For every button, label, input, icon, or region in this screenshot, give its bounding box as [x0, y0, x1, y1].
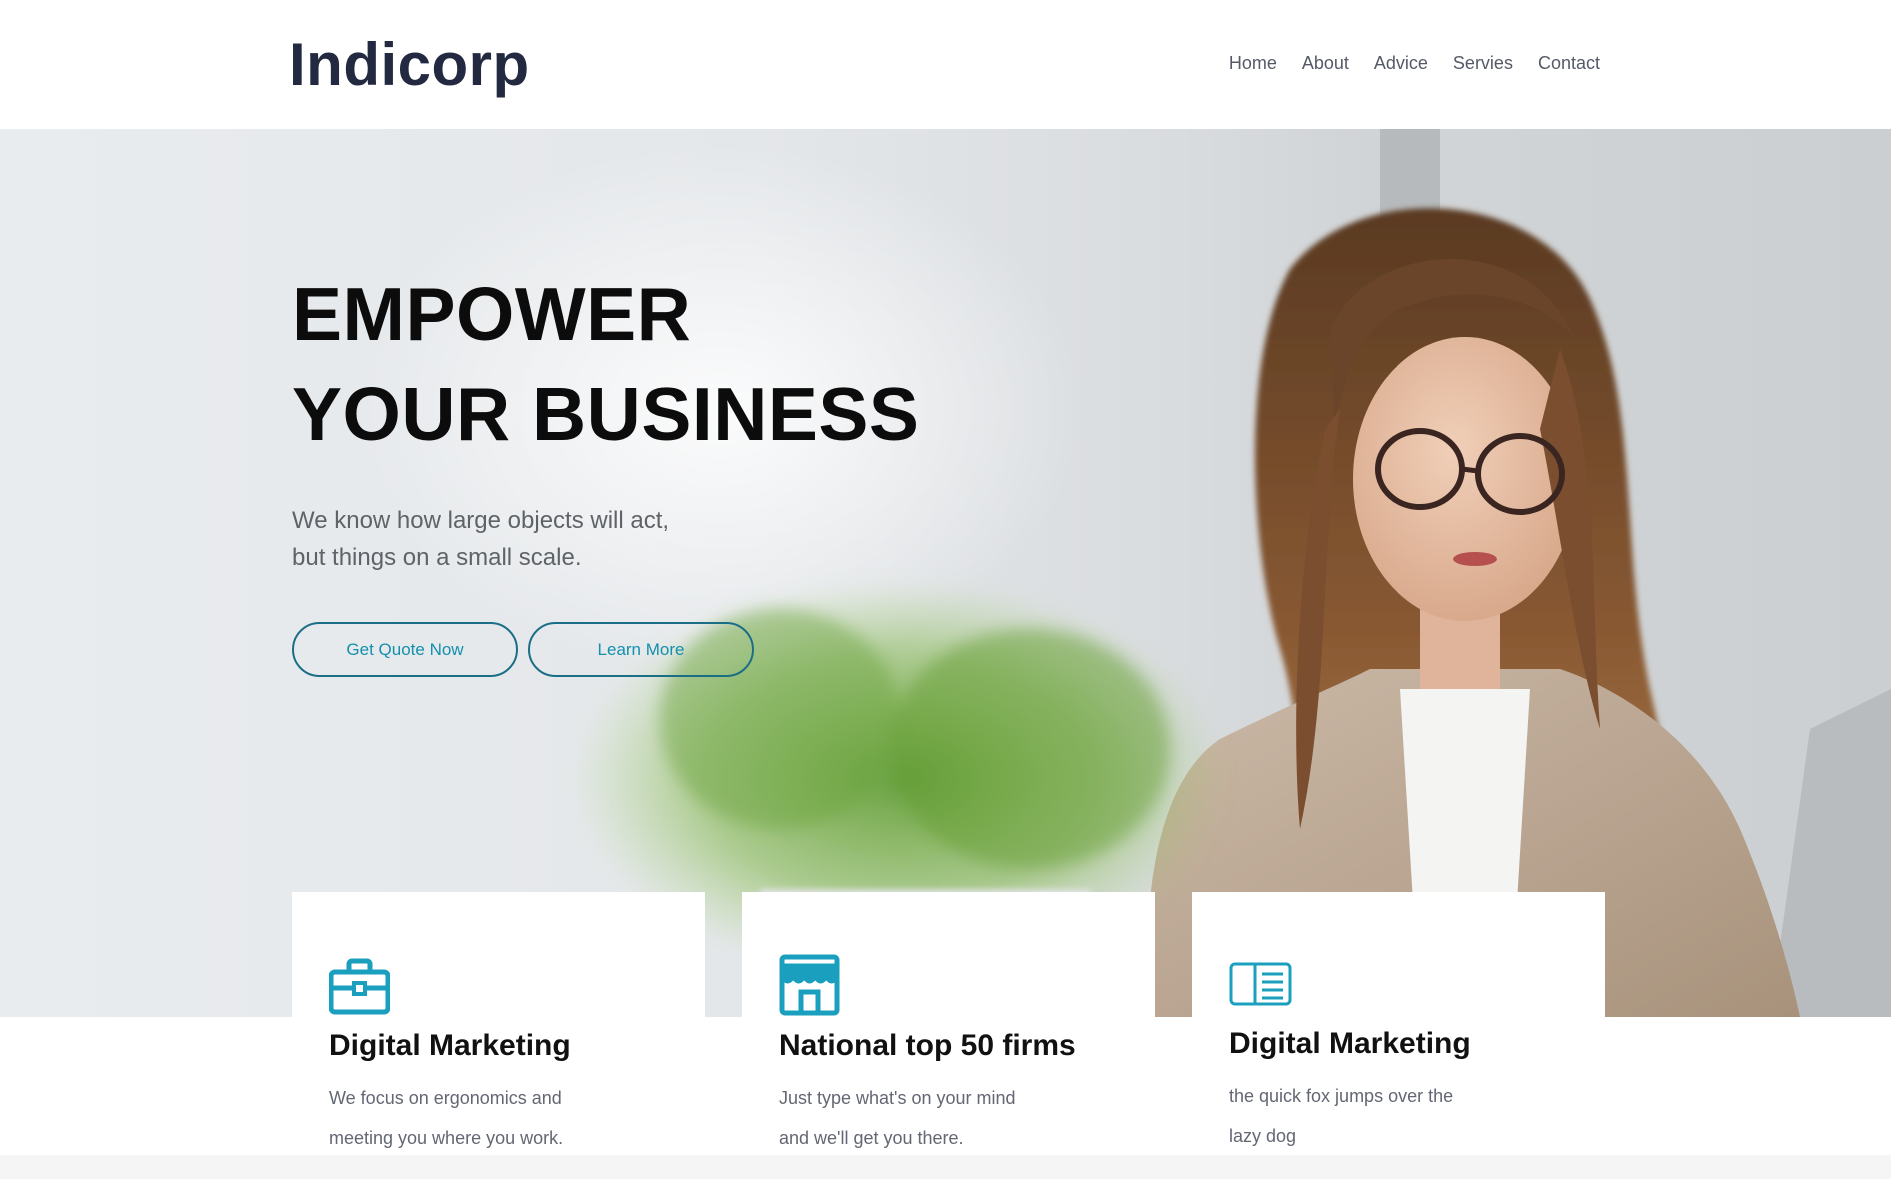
nav-contact-link[interactable]: Contact [1538, 53, 1600, 74]
hero-subtitle-line-1: We know how large objects will act, [292, 507, 670, 534]
feature-card-digital-marketing: Digital Marketing We focus on ergonomics… [292, 892, 705, 1155]
feature-description: Just type what's on your mind and we'll … [779, 1078, 1109, 1158]
feature-title: Digital Marketing [329, 1029, 571, 1062]
site-logo[interactable]: Indicorp [289, 30, 530, 99]
feature-description-line-2: and we'll get you there. [779, 1128, 964, 1148]
main-nav: Home About Advice Servies Contact [1229, 53, 1600, 74]
learn-more-button[interactable]: Learn More [528, 622, 754, 677]
feature-description-line-2: lazy dog [1229, 1126, 1297, 1146]
reader-icon [1229, 962, 1292, 1006]
nav-services-link[interactable]: Servies [1453, 53, 1513, 74]
feature-description: We focus on ergonomics and meeting you w… [329, 1078, 659, 1158]
hero-headline: EMPOWER YOUR BUSINESS [292, 264, 919, 464]
feature-card-digital-marketing-2: Digital Marketing the quick fox jumps ov… [1192, 892, 1605, 1155]
feature-description-line-2: meeting you where you work. [329, 1128, 564, 1148]
feature-description-line-1: Just type what's on your mind [779, 1088, 1016, 1108]
hero-subtitle: We know how large objects will act, but … [292, 502, 812, 576]
get-quote-button[interactable]: Get Quote Now [292, 622, 518, 677]
briefcase-icon [329, 958, 390, 1015]
hero-headline-line-2: YOUR BUSINESS [292, 372, 920, 456]
hero-subtitle-line-2: but things on a small scale. [292, 544, 582, 571]
site-header: Indicorp Home About Advice Servies Conta… [0, 0, 1891, 129]
feature-card-top-firms: National top 50 firms Just type what's o… [742, 892, 1155, 1155]
nav-home-link[interactable]: Home [1229, 53, 1277, 74]
nav-advice-link[interactable]: Advice [1374, 53, 1428, 74]
feature-description: the quick fox jumps over the lazy dog [1229, 1076, 1559, 1156]
hero-section: EMPOWER YOUR BUSINESS We know how large … [0, 129, 1891, 1017]
hero-headline-line-1: EMPOWER [292, 272, 692, 356]
storefront-icon [779, 954, 840, 1016]
hero-photo-woman-at-laptop [570, 129, 1891, 1017]
feature-description-line-1: the quick fox jumps over the [1229, 1086, 1454, 1106]
feature-description-line-1: We focus on ergonomics and [329, 1088, 562, 1108]
nav-about-link[interactable]: About [1302, 53, 1349, 74]
feature-title: National top 50 firms [779, 1029, 1076, 1062]
feature-title: Digital Marketing [1229, 1027, 1471, 1060]
